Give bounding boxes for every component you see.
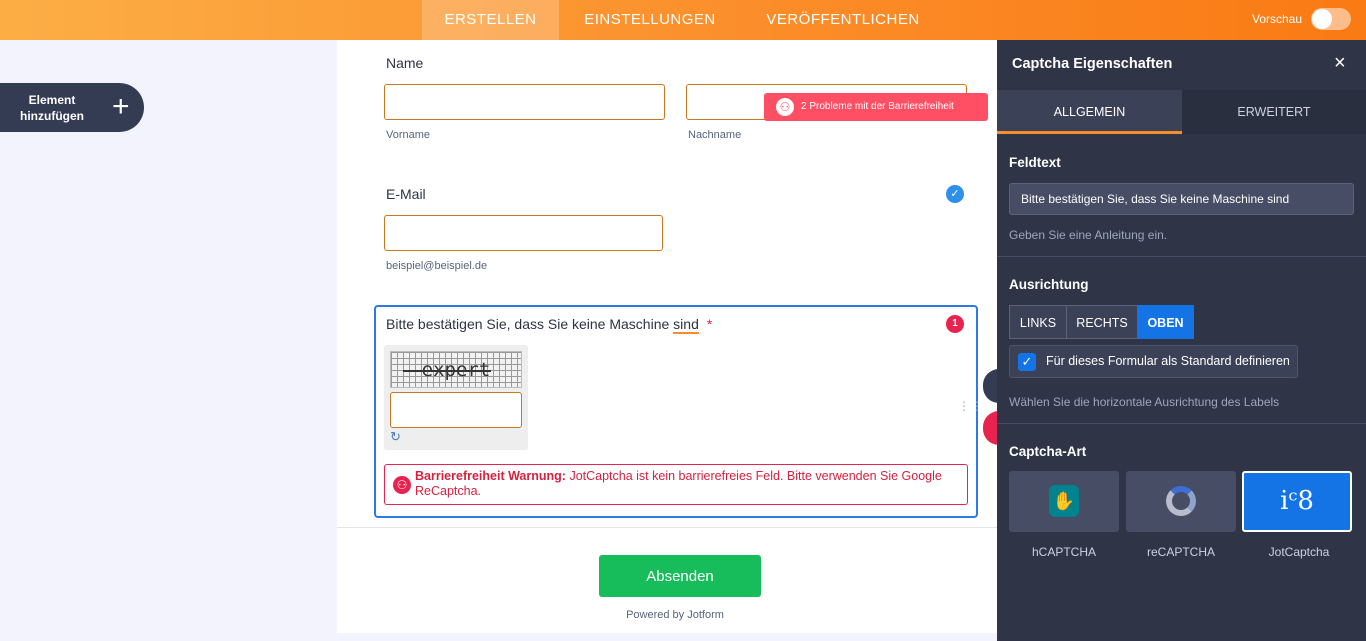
warning-title: Barrierefreiheit Warnung: [415,469,566,483]
first-name-input[interactable] [384,84,665,120]
tab-veroeffentlichen[interactable]: VERÖFFENTLICHEN [754,0,932,40]
plus-icon: + [112,90,130,123]
toggle-knob [1312,9,1332,29]
jotcaptcha-icon: iᶜ8 [1280,486,1314,516]
captcha-option-jotcaptcha[interactable]: iᶜ8 [1242,471,1352,532]
name-label: Name [386,55,424,71]
panel-title: Captcha Eigenschaften [1012,56,1173,72]
tab-erweitert[interactable]: ERWEITERT [1182,90,1366,134]
form-divider [337,527,997,528]
recaptcha-label: reCAPTCHA [1146,545,1215,559]
refresh-icon[interactable]: ↻ [390,430,404,444]
set-default-label: Für dieses Formular als Standard definie… [1046,354,1290,368]
captcha-label-prefix: Bitte bestätigen Sie, dass Sie keine Mas… [386,316,670,332]
recaptcha-icon [1166,486,1196,516]
align-left-option[interactable]: LINKS [1009,305,1067,339]
check-icon: ✓ [946,185,964,203]
powered-by-text: Powered by Jotform [626,609,724,621]
section-divider [997,256,1366,257]
tab-allgemein[interactable]: ALLGEMEIN [997,90,1182,134]
captcha-strike-line [403,370,491,372]
captcha-option-recaptcha[interactable] [1126,471,1236,532]
align-right-option[interactable]: RECHTS [1066,305,1138,339]
field-text-input[interactable]: Bitte bestätigen Sie, dass Sie keine Mas… [1009,183,1354,215]
email-sublabel: beispiel@beispiel.de [386,260,488,272]
field-text-title: Feldtext [1009,155,1061,170]
bottom-strip [337,633,997,641]
checkbox-checked-icon[interactable]: ✓ [1018,353,1036,371]
alignment-hint: Wählen Sie die horizontale Ausrichtung d… [1009,395,1280,409]
required-mark: * [706,316,713,332]
warning-message: Barrierefreiheit Warnung: JotCaptcha ist… [415,469,960,499]
add-element-label: Element hinzufügen [20,93,84,123]
accessibility-issues-badge[interactable]: ⚇ 2 Probleme mit der Barrierefreiheit [764,93,988,121]
hcaptcha-icon: ✋ [1049,485,1079,517]
set-default-option[interactable]: ✓ Für dieses Formular als Standard defin… [1009,345,1298,378]
captcha-answer-input[interactable] [390,392,522,428]
tab-einstellungen[interactable]: EINSTELLUNGEN [574,0,726,40]
captcha-label-last-word: sind [673,316,699,334]
warning-accessibility-icon: ⚇ [393,476,411,494]
last-name-sublabel: Nachname [688,129,742,141]
submit-button[interactable]: Absenden [599,555,761,597]
tab-erstellen[interactable]: ERSTELLEN [422,0,559,40]
accessibility-icon: ⚇ [776,98,794,116]
captcha-image: expert [390,351,522,388]
email-label: E-Mail [386,186,426,202]
captcha-option-hcaptcha[interactable]: ✋ [1009,471,1119,532]
jotcaptcha-label: JotCaptcha [1268,545,1330,559]
hcaptcha-label: hCAPTCHA [1031,545,1096,559]
field-text-hint: Geben Sie eine Anleitung ein. [1009,228,1168,242]
alignment-title: Ausrichtung [1009,277,1089,292]
top-navigation-bar: ERSTELLEN EINSTELLUNGEN VERÖFFENTLICHEN … [0,0,1366,40]
error-count-badge[interactable]: 1 [946,315,964,333]
first-name-sublabel: Vorname [386,129,431,141]
accessibility-warning-box: ⚇ Barrierefreiheit Warnung: JotCaptcha i… [384,464,968,505]
preview-label: Vorschau [1252,12,1303,26]
captcha-type-title: Captcha-Art [1009,444,1087,459]
drag-handle-icon[interactable]: ⋮⋮ [958,400,983,419]
align-top-option[interactable]: OBEN [1137,305,1194,339]
add-element-button[interactable]: Element hinzufügen + [0,83,144,132]
section-divider [997,423,1366,424]
accessibility-badge-text: 2 Probleme mit der Barrierefreiheit [801,101,954,112]
close-icon[interactable]: × [1334,53,1346,73]
preview-toggle[interactable] [1311,8,1351,30]
captcha-label: Bitte bestätigen Sie, dass Sie keine Mas… [386,316,713,334]
email-input[interactable] [384,215,663,251]
